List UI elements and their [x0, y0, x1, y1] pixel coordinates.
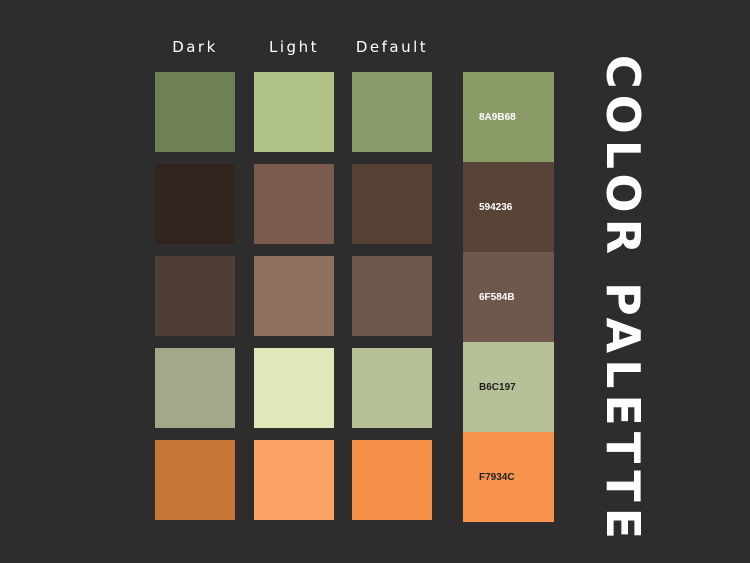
- column-header-default: Default: [355, 38, 429, 56]
- swatch-dark-4: [155, 348, 235, 428]
- swatch-light-3: [254, 256, 334, 336]
- swatch-dark-1: [155, 72, 235, 152]
- swatch-light-2: [254, 164, 334, 244]
- swatch-dark-5: [155, 440, 235, 520]
- swatch-default-1: [352, 72, 432, 152]
- strip-code-label: B6C197: [479, 381, 516, 393]
- strip-swatch-3: 6F584B: [463, 252, 554, 342]
- column-header-light: Light: [269, 38, 319, 56]
- swatch-default-5: [352, 440, 432, 520]
- strip-swatch-1: 8A9B68: [463, 72, 554, 162]
- palette-title: COLOR PALETTE: [596, 54, 650, 546]
- swatch-dark-2: [155, 164, 235, 244]
- swatch-light-4: [254, 348, 334, 428]
- strip-swatch-5: F7934C: [463, 432, 554, 522]
- swatch-dark-3: [155, 256, 235, 336]
- strip-code-label: 594236: [479, 201, 513, 213]
- swatch-default-4: [352, 348, 432, 428]
- swatch-light-5: [254, 440, 334, 520]
- swatch-light-1: [254, 72, 334, 152]
- strip-code-label: 8A9B68: [479, 111, 516, 123]
- strip-swatch-4: B6C197: [463, 342, 554, 432]
- strip-code-label: F7934C: [479, 471, 515, 483]
- strip-code-label: 6F584B: [479, 291, 515, 303]
- column-header-dark: Dark: [172, 38, 218, 56]
- swatch-default-2: [352, 164, 432, 244]
- swatch-default-3: [352, 256, 432, 336]
- strip-swatch-2: 594236: [463, 162, 554, 252]
